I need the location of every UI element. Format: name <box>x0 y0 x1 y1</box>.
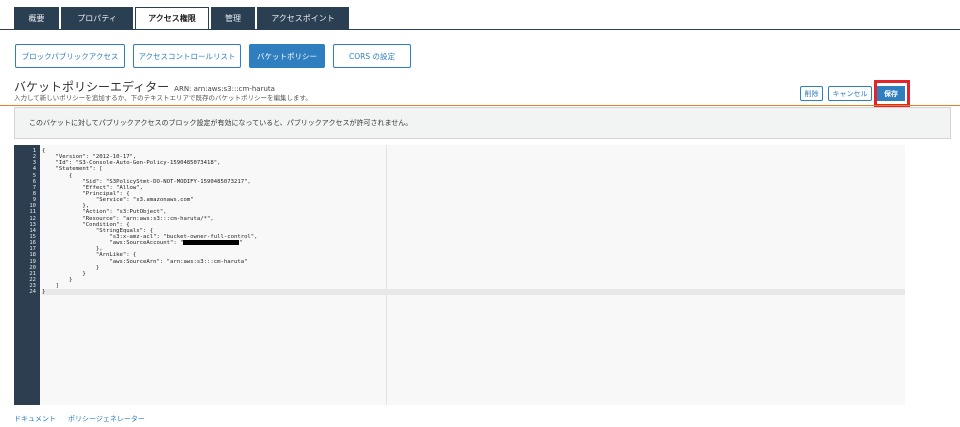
tab-underline <box>0 29 960 30</box>
subtab-cors[interactable]: CORS の設定 <box>333 44 411 68</box>
code-line: } <box>42 289 905 296</box>
editor-description: 入力して新しいポリシーを追加するか、下のテキストエリアで既存のバケットポリシーを… <box>14 94 312 102</box>
code-line-text: }, <box>42 246 103 253</box>
policy-code-editor[interactable]: 1 2 3 4 5 6 7 8 9 10 11 12 13 14 15 16 17 18 19 20 21 22 23 24 … <box>14 145 905 405</box>
tab-permissions[interactable]: アクセス権限 <box>135 7 209 30</box>
code-line-text: } <box>42 270 86 277</box>
permission-subtabs: ブロックパブリックアクセス アクセスコントロールリスト バケットポリシー COR… <box>15 44 419 68</box>
code-line-text: "Action": "s3:PutObject", <box>42 209 167 216</box>
tab-access-points[interactable]: アクセスポイント <box>257 7 349 30</box>
line-number: 24 <box>29 289 36 296</box>
code-line-text: "Principal": { <box>42 190 130 197</box>
code-line-text: } <box>42 276 73 283</box>
code-text[interactable]: { "Version": "2012-10-17", "Id": "S3-Con… <box>42 148 905 296</box>
subtab-acl[interactable]: アクセスコントロールリスト <box>133 44 241 68</box>
code-line-text: "Resource": "arn:aws:s3:::cm-haruta/*", <box>42 215 214 222</box>
code-line-text: "Sid": "S3PolicyStmt-DO-NOT-MODIFY-15904… <box>42 178 251 185</box>
public-access-notice: このバケットに対してパブリックアクセスのブロック設定が有効になっていると、パブリ… <box>14 107 951 139</box>
top-tab-bar: 概要 プロパティ アクセス権限 管理 アクセスポイント <box>14 7 351 30</box>
code-line-text: "s3:x-amz-acl": "bucket-owner-full-contr… <box>42 233 258 240</box>
orange-divider <box>0 105 960 106</box>
cancel-button[interactable]: キャンセル <box>828 86 872 101</box>
code-line-text: { <box>42 172 73 179</box>
documentation-link[interactable]: ドキュメント <box>14 414 56 424</box>
code-line-text: }, <box>42 203 90 210</box>
code-line-text: "Effect": "Allow", <box>42 184 144 191</box>
code-line-text: } <box>42 264 100 271</box>
subtab-bucket-policy[interactable]: バケットポリシー <box>249 44 325 68</box>
delete-button[interactable]: 削除 <box>800 86 823 101</box>
code-line-text: "Id": "S3-Console-Auto-Gen-Policy-159048… <box>42 160 221 167</box>
code-line-text: { <box>42 148 46 154</box>
code-line-text: "Version": "2012-10-17", <box>42 154 137 161</box>
code-line-text: "Statement": [ <box>42 166 103 173</box>
save-button[interactable]: 保存 <box>877 86 905 101</box>
tab-overview[interactable]: 概要 <box>14 7 59 30</box>
code-line-text: "StringEquals": { <box>42 227 154 234</box>
tab-properties[interactable]: プロパティ <box>61 7 133 30</box>
code-line-text: "Service": "s3.amazonaws.com" <box>42 197 194 204</box>
code-line-text: "ArnLike": { <box>42 252 137 259</box>
line-number-gutter: 1 2 3 4 5 6 7 8 9 10 11 12 13 14 15 16 17 18 19 20 21 22 23 24 <box>14 145 40 405</box>
policy-generator-link[interactable]: ポリシージェネレーター <box>68 414 145 424</box>
code-line-suffix: " <box>239 240 243 247</box>
redacted-account-id <box>183 240 240 246</box>
code-line-text: } <box>42 289 46 296</box>
subtab-block-public-access[interactable]: ブロックパブリックアクセス <box>15 44 125 68</box>
tab-management[interactable]: 管理 <box>211 7 255 30</box>
code-line-text: "aws:SourceArn": "arn:aws:s3:::cm-haruta… <box>42 258 248 265</box>
footer-links: ドキュメント ポリシージェネレーター <box>14 414 157 424</box>
code-line-text: ] <box>42 283 59 290</box>
code-line-text: "Condition": { <box>42 221 130 228</box>
code-line-text: "aws:SourceAccount": " <box>42 240 184 247</box>
